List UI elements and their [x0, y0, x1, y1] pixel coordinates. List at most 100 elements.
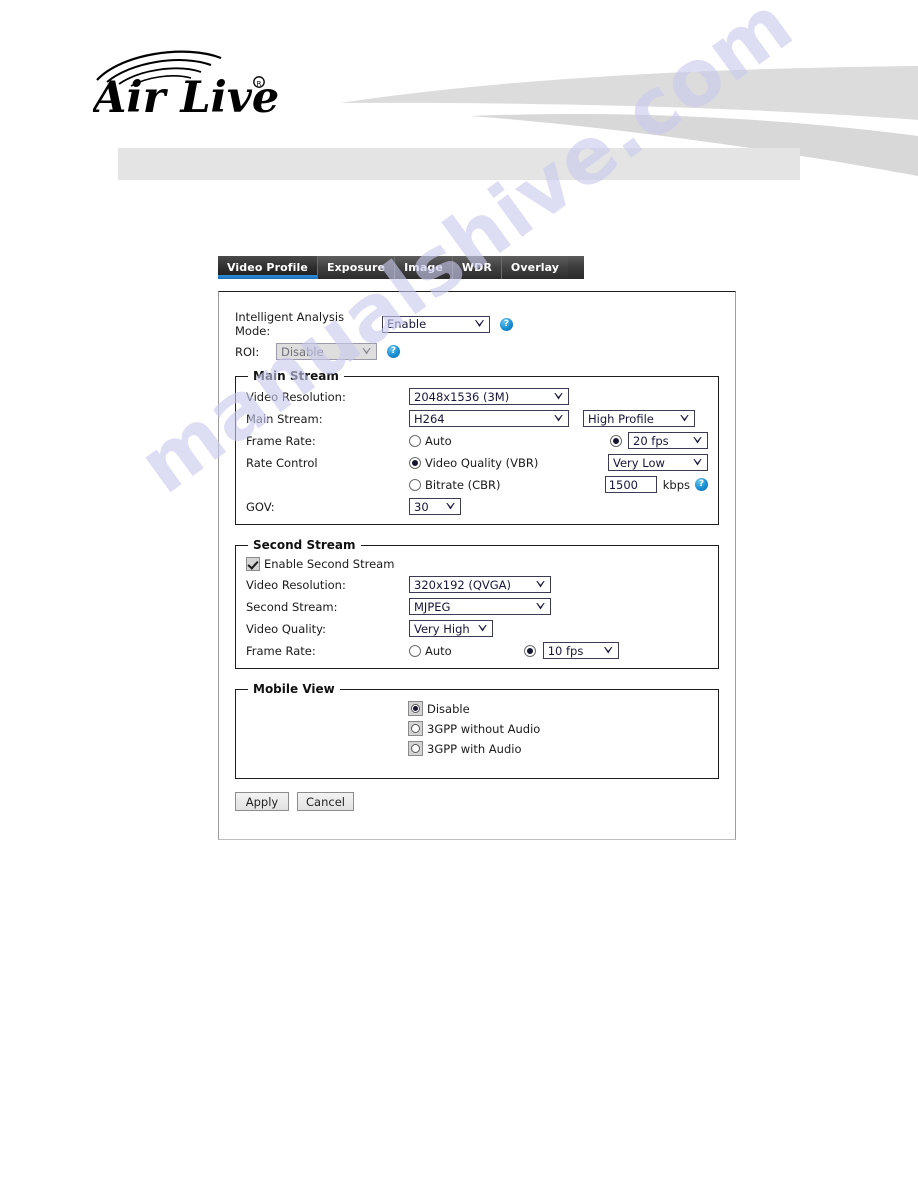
second-frame-rate-fps-select[interactable]: 10 fps: [542, 642, 619, 659]
tab-bar: Video Profile Exposure Image WDR Overlay: [218, 256, 584, 279]
second-frame-rate-auto-radio[interactable]: [409, 644, 421, 657]
tab-label: Image: [404, 261, 443, 274]
enable-second-stream-label: Enable Second Stream: [264, 557, 395, 571]
main-gov-row: GOV: 30: [246, 498, 708, 515]
main-video-resolution-row: Video Resolution: 2048x1536 (3M): [246, 388, 708, 405]
select-value: 320x192 (QVGA): [414, 577, 512, 592]
video-profile-panel: Intelligent Analysis Mode: Enable ? ROI:…: [218, 291, 736, 840]
main-frame-rate-row: Frame Rate: Auto 20 fps: [246, 432, 708, 449]
main-frame-rate-label: Frame Rate:: [246, 433, 316, 448]
rate-control-cbr-radio[interactable]: [409, 478, 421, 491]
mobile-view-3gpp-audio-label: 3GPP with Audio: [427, 741, 522, 756]
page-header: Air Live R: [0, 0, 918, 200]
tab-overlay[interactable]: Overlay: [501, 256, 569, 279]
airlive-logo: Air Live R: [93, 50, 279, 116]
tab-exposure[interactable]: Exposure: [317, 256, 396, 279]
rate-control-vbr-radio[interactable]: [409, 456, 421, 469]
select-value: 10 fps: [547, 643, 584, 658]
mobile-view-disable-radio[interactable]: [408, 701, 423, 716]
vbr-quality-select[interactable]: Very Low: [608, 454, 708, 471]
mobile-view-3gpp-no-audio-radio[interactable]: [408, 721, 423, 736]
main-gov-select[interactable]: 30: [409, 498, 461, 515]
camera-settings-ui: Video Profile Exposure Image WDR Overlay…: [218, 256, 736, 840]
second-video-quality-row: Video Quality: Very High: [246, 620, 708, 637]
main-stream-codec-label: Main Stream:: [246, 411, 323, 426]
select-value: High Profile: [588, 411, 654, 426]
main-frame-rate-auto-radio[interactable]: [409, 434, 421, 447]
cbr-bitrate-input[interactable]: [604, 476, 657, 493]
roi-row: ROI: Disable ?: [235, 343, 719, 360]
main-rate-control-vbr-row: Rate Control Video Quality (VBR) Very Lo…: [246, 454, 708, 471]
second-frame-rate-label: Frame Rate:: [246, 643, 316, 658]
select-value: Very Low: [613, 455, 665, 470]
tab-wdr[interactable]: WDR: [452, 256, 502, 279]
header-title-band: [118, 148, 800, 180]
cbr-unit-label: kbps: [662, 477, 690, 492]
main-frame-rate-fps-select[interactable]: 20 fps: [628, 432, 708, 449]
tab-label: Exposure: [326, 261, 386, 274]
main-stream-legend: Main Stream: [253, 369, 339, 383]
enable-second-stream-row: Enable Second Stream: [246, 557, 708, 571]
second-video-quality-select[interactable]: Very High: [409, 620, 493, 637]
second-video-resolution-label: Video Resolution:: [246, 577, 346, 592]
mobile-view-option-row: 3GPP without Audio: [408, 721, 708, 736]
cancel-button[interactable]: Cancel: [297, 792, 354, 811]
form-action-buttons: Apply Cancel: [235, 792, 719, 811]
tab-label: Overlay: [510, 261, 560, 274]
roi-label: ROI:: [235, 344, 260, 359]
mobile-view-option-row: Disable: [408, 701, 708, 716]
select-value: MJPEG: [414, 599, 451, 614]
second-stream-codec-label: Second Stream:: [246, 599, 338, 614]
second-stream-group: Second Stream Enable Second Stream Video…: [235, 538, 719, 669]
select-value: 2048x1536 (3M): [414, 389, 510, 404]
main-stream-group: Main Stream Video Resolution: 2048x1536 …: [235, 369, 719, 525]
main-video-resolution-select[interactable]: 2048x1536 (3M): [409, 388, 569, 405]
select-value: Enable: [387, 317, 427, 331]
mobile-view-legend: Mobile View: [253, 682, 335, 696]
select-value: Very High: [414, 621, 470, 636]
svg-text:R: R: [257, 80, 262, 88]
roi-select: Disable: [276, 343, 377, 360]
intelligent-analysis-mode-label: Intelligent Analysis Mode:: [235, 310, 345, 338]
rate-control-vbr-label: Video Quality (VBR): [425, 455, 539, 470]
second-frame-rate-fixed-radio[interactable]: [523, 644, 536, 657]
second-stream-legend: Second Stream: [253, 538, 356, 552]
mobile-view-disable-label: Disable: [427, 701, 470, 716]
second-stream-codec-select[interactable]: MJPEG: [409, 598, 551, 615]
select-value: Disable: [281, 344, 324, 359]
mobile-view-option-row: 3GPP with Audio: [408, 741, 708, 756]
select-value: 20 fps: [633, 433, 669, 448]
apply-button[interactable]: Apply: [235, 792, 289, 811]
second-stream-codec-row: Second Stream: MJPEG: [246, 598, 708, 615]
second-frame-rate-auto-label: Auto: [425, 643, 452, 658]
main-frame-rate-auto-label: Auto: [425, 433, 452, 448]
main-stream-codec-select[interactable]: H264: [409, 410, 569, 427]
main-stream-profile-select[interactable]: High Profile: [583, 410, 695, 427]
select-value: 30: [414, 499, 429, 514]
main-rate-control-cbr-row: Bitrate (CBR) kbps ?: [246, 476, 708, 493]
svg-text:Air Live: Air Live: [93, 73, 279, 116]
tab-image[interactable]: Image: [395, 256, 453, 279]
mobile-view-3gpp-audio-radio[interactable]: [408, 741, 423, 756]
intelligent-analysis-mode-select[interactable]: Enable: [382, 315, 490, 333]
help-icon[interactable]: ?: [695, 478, 708, 491]
select-value: H264: [414, 411, 445, 426]
mobile-view-3gpp-no-audio-label: 3GPP without Audio: [427, 721, 541, 736]
help-icon[interactable]: ?: [500, 317, 513, 331]
second-video-resolution-row: Video Resolution: 320x192 (QVGA): [246, 576, 708, 593]
main-stream-codec-row: Main Stream: H264 High Profile: [246, 410, 708, 427]
second-video-resolution-select[interactable]: 320x192 (QVGA): [409, 576, 551, 593]
rate-control-cbr-label: Bitrate (CBR): [425, 477, 501, 492]
enable-second-stream-checkbox[interactable]: [246, 557, 260, 571]
help-icon[interactable]: ?: [387, 345, 400, 358]
tab-label: WDR: [461, 261, 492, 274]
main-video-resolution-label: Video Resolution:: [246, 389, 346, 404]
second-video-quality-label: Video Quality:: [246, 621, 327, 636]
main-gov-label: GOV:: [246, 499, 275, 514]
tab-label: Video Profile: [227, 261, 308, 274]
mobile-view-group: Mobile View Disable 3GPP without Audio 3…: [235, 682, 719, 779]
tab-video-profile[interactable]: Video Profile: [218, 256, 318, 279]
second-frame-rate-row: Frame Rate: Auto 10 fps: [246, 642, 708, 659]
main-rate-control-label: Rate Control: [246, 455, 318, 470]
main-frame-rate-fixed-radio[interactable]: [610, 434, 622, 447]
